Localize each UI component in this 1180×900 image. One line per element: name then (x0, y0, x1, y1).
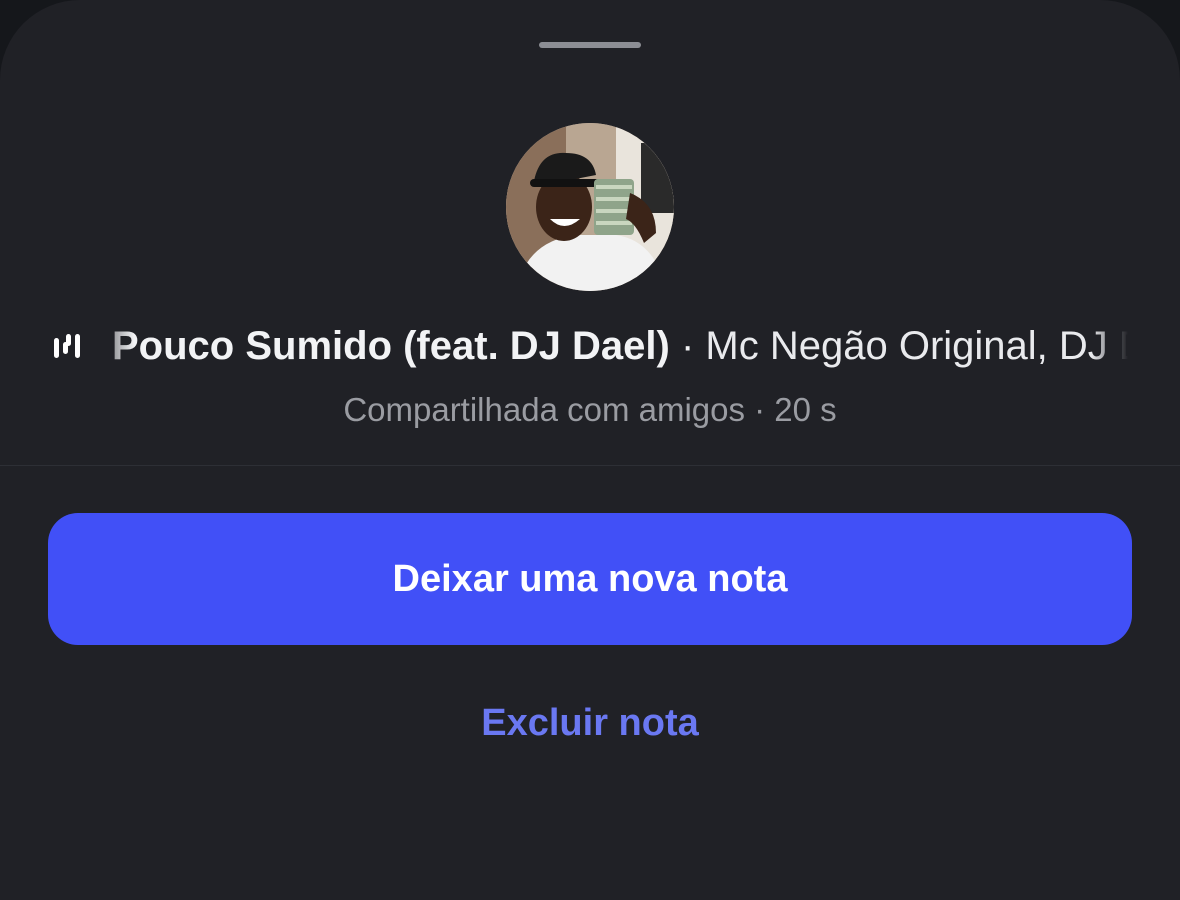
song-artist: Mc Negão Original, DJ Dael (705, 324, 1128, 368)
audio-wave-icon (54, 334, 80, 358)
sheet-grabber-handle[interactable] (539, 42, 641, 48)
song-info-row[interactable]: Pouco Sumido (feat. DJ Dael) · Mc Negão … (0, 318, 1180, 374)
avatar-photo (506, 123, 674, 291)
note-bottom-sheet: Pouco Sumido (feat. DJ Dael) · Mc Negão … (0, 0, 1180, 900)
share-status-text: Compartilhada com amigos · 20 s (343, 391, 837, 428)
divider (0, 465, 1180, 466)
song-marquee: Pouco Sumido (feat. DJ Dael) · Mc Negão … (112, 318, 1128, 374)
delete-note-button[interactable]: Excluir nota (390, 690, 790, 756)
song-title: Pouco Sumido (feat. DJ Dael) (112, 324, 670, 368)
leave-new-note-button[interactable]: Deixar uma nova nota (48, 513, 1132, 645)
avatar[interactable] (506, 123, 674, 291)
song-separator: · (669, 324, 706, 368)
